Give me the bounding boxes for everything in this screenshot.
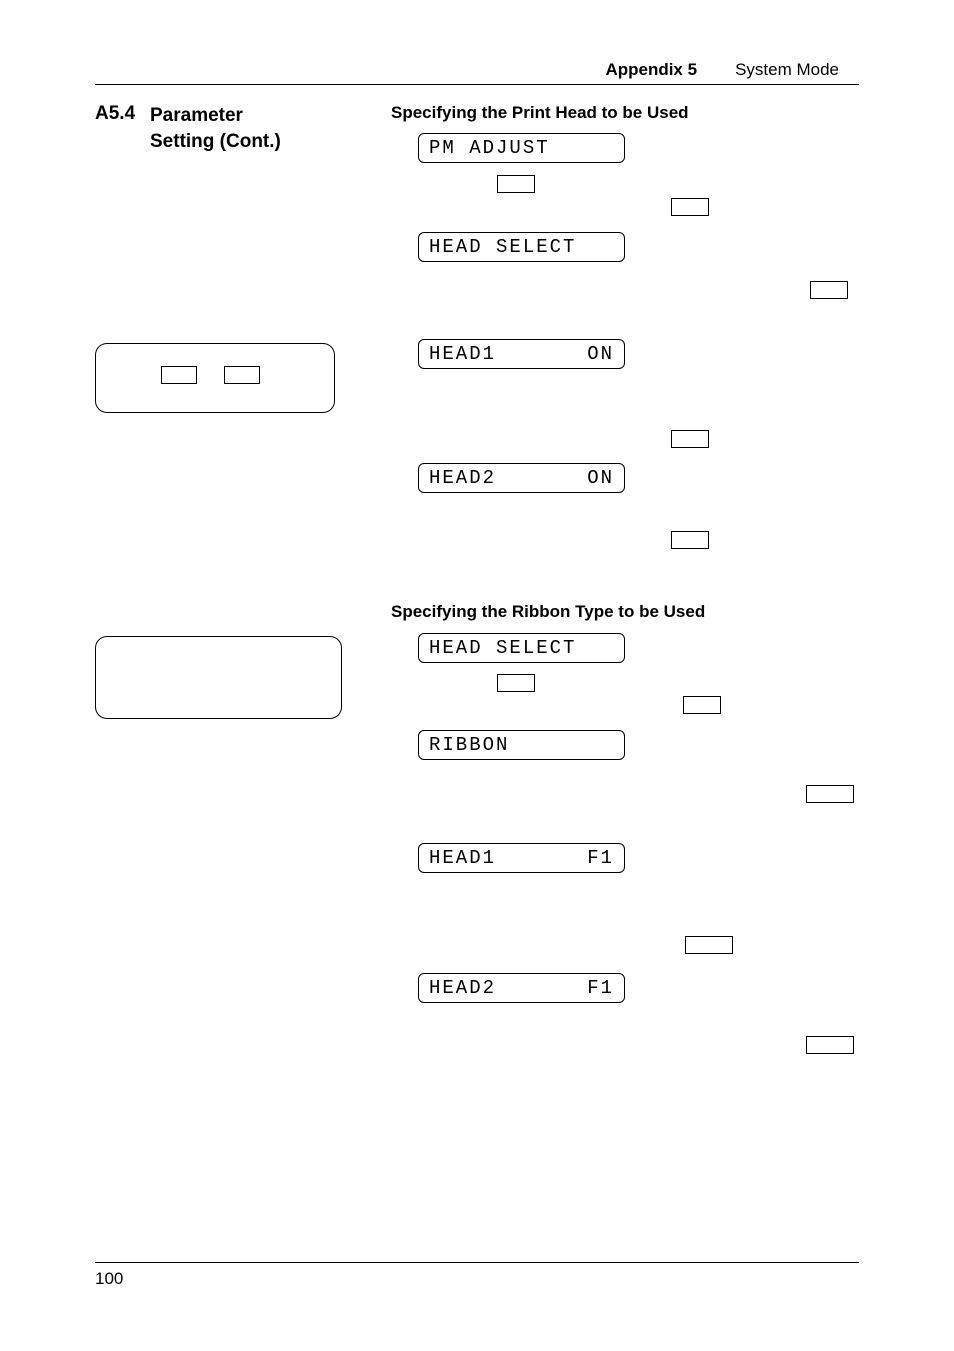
lcd-text-right: ON: [587, 343, 614, 365]
lcd-head2-ribbon: HEAD2 F1: [418, 973, 625, 1003]
key-placeholder-icon: [810, 281, 848, 299]
page-number: 100: [95, 1269, 123, 1288]
note-bubble-1: [95, 343, 335, 413]
lcd-text-left: HEAD2: [429, 467, 496, 489]
note-bubble-2: [95, 636, 342, 719]
lcd-head-select: HEAD SELECT: [418, 232, 625, 262]
key-placeholder-icon: [161, 366, 197, 384]
appendix-label: Appendix 5: [605, 60, 697, 80]
title-line-1: Parameter: [150, 105, 243, 126]
key-placeholder-icon: [806, 1036, 854, 1054]
lcd-text-right: F1: [587, 977, 614, 999]
page-footer: 100: [95, 1262, 859, 1289]
key-placeholder-icon: [671, 430, 709, 448]
lcd-text-left: HEAD1: [429, 343, 496, 365]
lcd-ribbon: RIBBON: [418, 730, 625, 760]
section-title: Parameter Setting (Cont.): [150, 103, 281, 154]
lcd-head1-ribbon: HEAD1 F1: [418, 843, 625, 873]
lcd-head-select-2: HEAD SELECT: [418, 633, 625, 663]
title-line-2: Setting (Cont.): [150, 131, 281, 152]
key-placeholder-icon: [497, 175, 535, 193]
lcd-text-left: HEAD1: [429, 847, 496, 869]
lcd-head2: HEAD2 ON: [418, 463, 625, 493]
lcd-text-left: HEAD2: [429, 977, 496, 999]
key-placeholder-icon: [683, 696, 721, 714]
block2-heading: Specifying the Ribbon Type to be Used: [391, 602, 705, 622]
section-number: A5.4: [95, 103, 135, 125]
chapter-label: System Mode: [735, 60, 839, 80]
lcd-head1: HEAD1 ON: [418, 339, 625, 369]
lcd-text-right: ON: [587, 467, 614, 489]
key-placeholder-icon: [685, 936, 733, 954]
key-placeholder-icon: [671, 531, 709, 549]
key-placeholder-icon: [497, 674, 535, 692]
key-placeholder-icon: [806, 785, 854, 803]
lcd-text: RIBBON: [429, 734, 509, 756]
lcd-text: HEAD SELECT: [429, 637, 576, 659]
lcd-pm-adjust: PM ADJUST: [418, 133, 625, 163]
block1-heading: Specifying the Print Head to be Used: [391, 103, 689, 123]
key-placeholder-icon: [671, 198, 709, 216]
page-header: Appendix 5 System Mode: [95, 60, 859, 85]
key-placeholder-icon: [224, 366, 260, 384]
lcd-text: PM ADJUST: [429, 137, 550, 159]
lcd-text: HEAD SELECT: [429, 236, 576, 258]
lcd-text-right: F1: [587, 847, 614, 869]
